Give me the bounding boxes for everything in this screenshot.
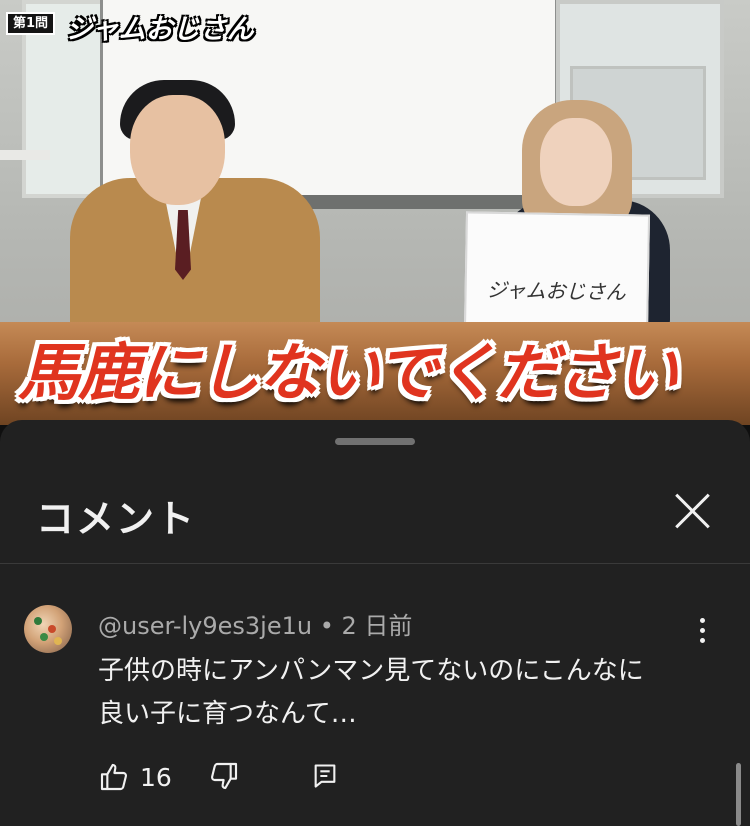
question-badge: 第1問 [6, 12, 56, 35]
man-head [130, 95, 225, 205]
like-count: 16 [140, 762, 172, 792]
reply-icon[interactable] [311, 762, 339, 790]
more-vert-icon[interactable] [698, 618, 706, 644]
answer-board: ジャムおじさん [463, 211, 651, 334]
sheet-divider [0, 563, 750, 564]
scrollbar[interactable] [736, 763, 741, 826]
episode-title: ジャムおじさん [66, 14, 254, 45]
close-icon[interactable] [670, 488, 716, 534]
comment-line: 子供の時にアンパンマン見てないのにこんなに [98, 656, 644, 686]
video-player[interactable]: ジャムおじさん 第1問 ジャムおじさん 馬鹿にしないでください [0, 0, 750, 425]
sheet-drag-handle[interactable] [335, 438, 415, 445]
comment-author[interactable]: @user-ly9es3je1u [98, 612, 312, 640]
comment-text: 子供の時にアンパンマン見てないのにこんなに 良い子に育つなんて… [98, 650, 708, 736]
avatar[interactable] [24, 605, 72, 653]
comment-meta: @user-ly9es3je1u • 2 日前 [98, 606, 412, 641]
video-caption: 馬鹿にしないでください [18, 336, 678, 409]
comments-title: コメント [36, 497, 197, 541]
comment-time: 2 日前 [341, 612, 413, 640]
meta-separator: • [319, 612, 334, 640]
answer-board-text: ジャムおじさん [486, 277, 626, 305]
thumb-down-icon[interactable] [208, 760, 240, 792]
video-pipe [0, 150, 50, 160]
like-button[interactable]: 16 [98, 760, 172, 794]
thumb-up-icon [100, 763, 128, 791]
comment-line: 良い子に育つなんて… [98, 699, 357, 729]
woman-head [540, 118, 612, 206]
